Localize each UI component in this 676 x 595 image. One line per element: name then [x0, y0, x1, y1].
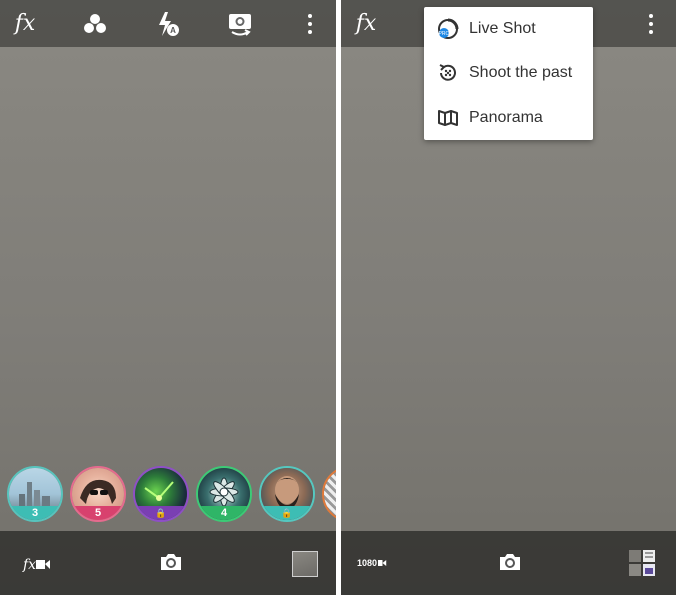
camera-screen-right: fx PRO Live Shot Shoot the past Panorama…: [341, 0, 676, 595]
fx-icon[interactable]: fx: [12, 9, 38, 37]
switch-camera-icon[interactable]: [226, 11, 254, 37]
video-1080-icon[interactable]: 1080: [357, 552, 387, 574]
flash-auto-icon[interactable]: A: [155, 11, 181, 37]
collage-icon[interactable]: [628, 549, 656, 577]
filter-badge: 3: [9, 506, 61, 520]
filter-badge: 🔒: [261, 506, 313, 520]
fx-icon[interactable]: fx: [353, 9, 379, 37]
camera-screen-left: fx A 3 5 🔒 4 🔒 fx: [0, 0, 336, 595]
menu-item-label: Panorama: [469, 109, 543, 126]
filter-carousel[interactable]: 3 5 🔒 4 🔒: [0, 466, 336, 524]
filter-thumb-kaleidoscope[interactable]: 4: [196, 466, 252, 522]
top-toolbar: fx A: [0, 0, 336, 47]
filter-thumb-portrait[interactable]: 5: [70, 466, 126, 522]
svg-text:PRO: PRO: [439, 31, 450, 37]
filter-thumb-partial[interactable]: [322, 466, 336, 522]
bottom-toolbar: 1080: [341, 531, 676, 595]
filter-badge: 4: [198, 506, 250, 520]
filter-badge: 🔒: [135, 506, 187, 520]
menu-item-panorama[interactable]: Panorama: [424, 96, 593, 140]
color-filters-icon[interactable]: [82, 12, 108, 36]
panorama-icon: [437, 107, 459, 129]
camera-shutter-icon[interactable]: [158, 551, 184, 573]
menu-item-label: Live Shot: [469, 20, 536, 37]
svg-text:fx: fx: [22, 557, 36, 573]
filter-thumb-city[interactable]: 3: [7, 466, 63, 522]
filter-badge: 5: [72, 506, 124, 520]
svg-text:A: A: [170, 26, 176, 35]
video-resolution-label: 1080: [357, 558, 378, 568]
filter-thumb-neon[interactable]: 🔒: [133, 466, 189, 522]
shoot-past-icon: [437, 62, 459, 84]
fx-video-icon[interactable]: fx: [22, 552, 52, 576]
menu-item-live-shot[interactable]: PRO Live Shot: [424, 7, 593, 51]
menu-item-label: Shoot the past: [469, 64, 573, 81]
more-options-icon[interactable]: [305, 12, 315, 36]
camera-shutter-icon[interactable]: [497, 551, 523, 573]
filter-thumb-bearded-man[interactable]: 🔒: [259, 466, 315, 522]
more-options-menu: PRO Live Shot Shoot the past Panorama: [424, 7, 593, 140]
gallery-thumbnail[interactable]: [292, 551, 318, 577]
live-shot-icon: PRO: [437, 18, 459, 40]
bottom-toolbar: fx: [0, 531, 336, 595]
more-options-icon[interactable]: [646, 12, 656, 36]
menu-item-shoot-the-past[interactable]: Shoot the past: [424, 51, 593, 95]
